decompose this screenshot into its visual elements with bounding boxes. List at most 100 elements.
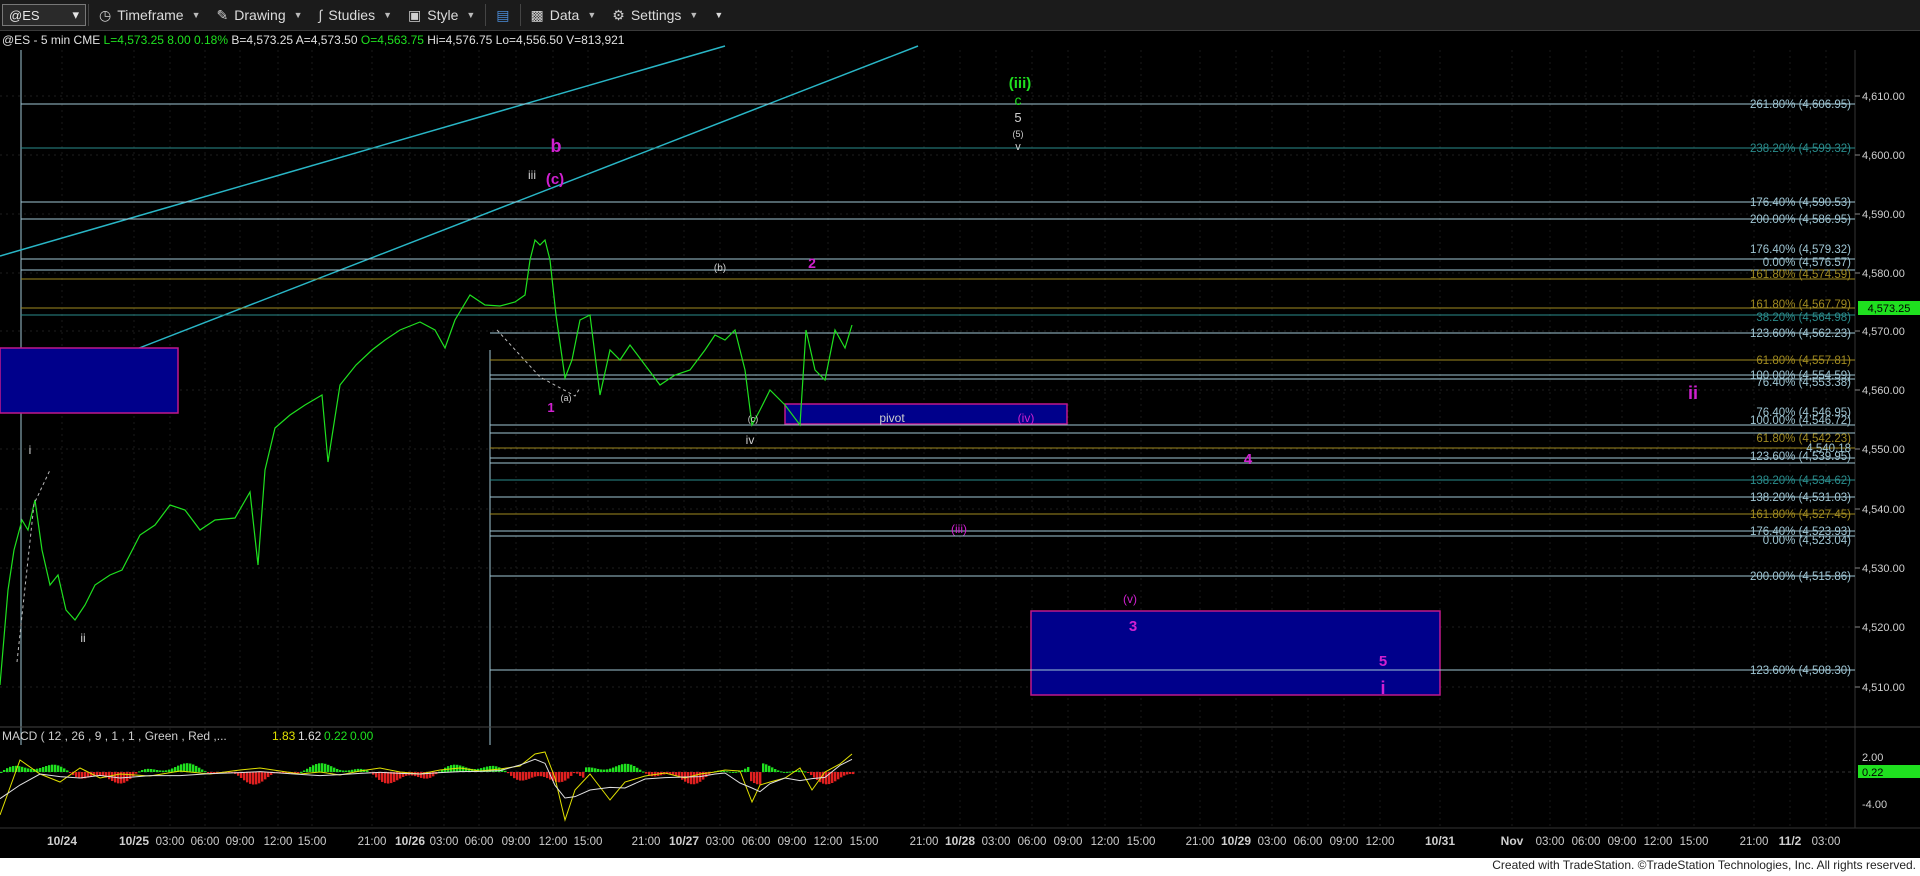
drawing-label: Drawing [234,7,286,23]
macd-line [0,751,853,822]
style-menu[interactable]: ▣ Style ▼ [400,0,483,30]
timeframe-label: Timeframe [117,7,184,23]
fib-level-label: 138.20% (4,531.03) [1750,492,1851,504]
macd-bar [0,772,3,773]
macd-bar [735,771,738,773]
macd-axis-tick: 0.22 [1862,767,1883,779]
macd-bar [459,765,462,772]
time-tick-label: 15:00 [298,836,327,848]
fib-level-label: 76.40% (4,553.38) [1756,377,1851,389]
time-tick-label: 10/27 [669,834,699,848]
fib-level-label: 61.80% (4,557.81) [1756,355,1851,367]
macd-bar [582,772,585,778]
fib-level-label: 100.00% (4,546.72) [1750,415,1851,427]
macd-bar [540,772,543,777]
macd-bar [567,772,570,779]
macd-bar [42,767,45,772]
macd-bar [18,766,21,772]
time-tick-label: 10/26 [395,834,425,848]
macd-bar [96,772,99,776]
macd-bar [57,765,60,772]
time-axis: 10/24 10/25 03:00 06:00 09:00 12:00 15:00 21:00… [47,834,1840,848]
timeframe-menu[interactable]: ◷ Timeframe ▼ [91,0,209,30]
macd-bar [195,765,198,772]
gear-icon: ⚙ [612,6,625,23]
chevron-down-icon: ▼ [587,10,597,20]
fib-level-label: 0.00% (4,576.57) [1763,257,1851,269]
wave-label: 1 [547,400,554,415]
symbol-selector[interactable]: @ES ▾ [2,4,86,26]
macd-bar [261,772,264,782]
time-tick-label: 06:00 [1018,836,1047,848]
macd-hist: 0.22 [324,729,348,743]
macd-bar [198,767,201,772]
macd-bar [543,772,546,777]
macd-bar [570,772,573,776]
macd-bar [642,771,645,773]
macd-axis-tick: 2.00 [1862,752,1883,764]
wave-label: ii [1688,383,1698,403]
macd-bar [585,767,588,772]
overflow-menu[interactable]: ▼ [706,0,731,30]
macd-bar [729,771,732,773]
time-tick-label: 03:00 [982,836,1011,848]
toolbar-divider [88,4,89,26]
macd-bar [624,763,627,772]
toolbar-divider [519,4,521,26]
data-menu[interactable]: ▩ Data ▼ [523,0,605,30]
fib-level-label: 176.40% (4,579.32) [1750,244,1851,256]
time-tick-label: 06:00 [465,836,494,848]
time-tick-label: 10/29 [1221,834,1251,848]
macd-bar [816,772,819,781]
macd-bar [504,770,507,772]
time-tick-label: 11/2 [1779,834,1802,848]
macd-bar [153,769,156,772]
price-tick-label: 4,590.00 [1862,209,1905,221]
time-tick-label: 21:00 [632,836,661,848]
macd-bar [615,766,618,772]
price-tick-label: 4,610.00 [1862,91,1905,103]
fib-level-label: 176.40% (4,590.53) [1750,197,1851,209]
macd-bar [366,770,369,772]
macd-bar [561,772,564,782]
wave-label: 4 [1244,451,1253,468]
studies-menu[interactable]: ∫ Studies ▼ [311,0,400,30]
macd-bar [30,768,33,772]
copyright-footer: Created with TradeStation. ©TradeStation… [1492,858,1916,872]
settings-menu[interactable]: ⚙ Settings ▼ [604,0,706,30]
macd-bar [27,768,30,772]
macd-bar [255,772,258,785]
price-chart[interactable]: 4,610.00 4,600.00 4,590.00 4,580.00 4,570.00… [0,30,1920,858]
chevron-down-icon: ▼ [689,10,699,20]
macd-bar [192,764,195,772]
macd-bar [339,769,342,772]
time-tick-label: 03:00 [1812,836,1841,848]
macd-bar [753,772,756,784]
macd-bar [387,772,390,784]
macd-bar [258,772,261,784]
macd-bar [24,767,27,772]
channel-line-upper [0,45,726,257]
macd-bar [21,766,24,772]
fib-level-label: 200.00% (4,586.95) [1750,214,1851,226]
time-tick-label: 12:00 [539,836,568,848]
layout-button[interactable]: ▤ [488,0,517,30]
macd-bar [849,772,852,774]
macd-bar [390,772,393,784]
macd-bar [75,772,78,778]
time-tick-label: 12:00 [1091,836,1120,848]
fib-level-label: 161.80% (4,527.45) [1750,509,1851,521]
drawing-menu[interactable]: ✎ Drawing ▼ [209,0,311,30]
price-tick-label: 4,530.00 [1862,563,1905,575]
macd-bar [594,768,597,772]
time-tick-label: 09:00 [778,836,807,848]
macd-bar [831,772,834,783]
wave-label: (b) [714,263,726,274]
macd-bar [351,769,354,772]
macd-bar [804,771,807,773]
macd-bar [564,772,567,781]
macd-bar [249,772,252,784]
macd-bar [756,772,759,785]
time-tick-label: 12:00 [1366,836,1395,848]
macd-bar [537,772,540,777]
